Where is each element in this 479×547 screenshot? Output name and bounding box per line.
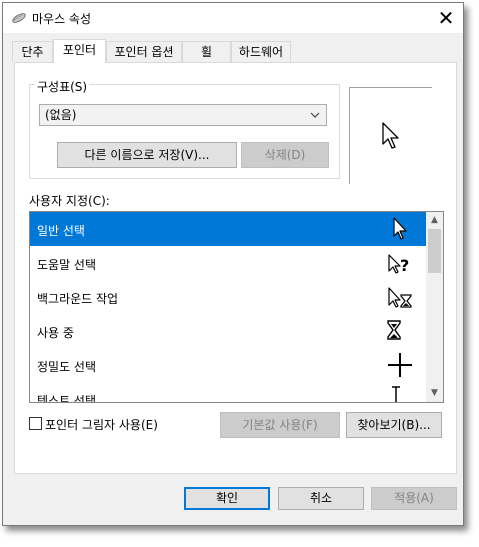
- scrollbar-thumb[interactable]: [428, 229, 441, 273]
- mouse-properties-dialog: 마우스 속성 ✕ 단추 포인터 포인터 옵션 휠 하드웨어 구성표(S) (없음…: [2, 2, 464, 526]
- delete-button[interactable]: 삭제(D): [241, 142, 329, 168]
- list-item[interactable]: 백그라운드 작업: [30, 280, 426, 314]
- mouse-icon: [11, 11, 27, 25]
- pointer-preview: [349, 87, 432, 184]
- hourglass-cursor-icon: [386, 317, 414, 345]
- tab-pointers[interactable]: 포인터: [53, 39, 106, 63]
- pointers-tab-panel: 구성표(S) (없음) 다른 이름으로 저장(V)... 삭제(D) 사용자 지…: [14, 62, 457, 474]
- cancel-button[interactable]: 취소: [278, 487, 364, 510]
- scheme-select[interactable]: (없음): [39, 104, 327, 126]
- window-title: 마우스 속성: [32, 12, 92, 26]
- working-cursor-icon: [386, 283, 414, 311]
- pointer-shadow-label: 포인터 그림자 사용(E): [45, 418, 158, 432]
- svg-text:?: ?: [400, 256, 409, 275]
- scroll-up-icon[interactable]: ▲: [426, 212, 443, 229]
- cursor-list[interactable]: 일반 선택 도움말 선택 ? 백그라운드 작업 사용 중 정밀도 선택 텍스트 …: [29, 211, 444, 403]
- list-item[interactable]: 텍스트 선택: [30, 382, 426, 403]
- ibeam-cursor-icon: [386, 385, 414, 402]
- browse-button[interactable]: 찾아보기(B)...: [346, 412, 442, 438]
- list-item-label: 도움말 선택: [37, 258, 97, 272]
- help-cursor-icon: ?: [386, 249, 414, 277]
- list-item-label: 사용 중: [37, 326, 74, 340]
- list-item-label: 백그라운드 작업: [37, 292, 119, 306]
- list-scrollbar[interactable]: ▲ ▼: [426, 212, 443, 402]
- list-item[interactable]: 도움말 선택 ?: [30, 246, 426, 280]
- use-default-button[interactable]: 기본값 사용(F): [220, 412, 340, 438]
- tab-hardware[interactable]: 하드웨어: [231, 41, 291, 62]
- chevron-down-icon: [310, 105, 320, 133]
- tab-pointer-options[interactable]: 포인터 옵션: [106, 41, 182, 62]
- scheme-selected-value: (없음): [45, 108, 77, 122]
- list-item-label: 일반 선택: [37, 224, 85, 238]
- scheme-label: 구성표(S): [35, 78, 90, 95]
- close-button[interactable]: ✕: [433, 5, 459, 31]
- save-as-button[interactable]: 다른 이름으로 저장(V)...: [57, 142, 237, 168]
- list-item-label: 정밀도 선택: [37, 360, 97, 374]
- crosshair-cursor-icon: [386, 351, 414, 379]
- arrow-cursor-icon: [386, 215, 414, 243]
- title-bar: 마우스 속성 ✕: [3, 3, 463, 33]
- customize-label: 사용자 지정(C):: [29, 194, 110, 208]
- tab-wheel[interactable]: 휠: [182, 41, 231, 62]
- list-item[interactable]: 일반 선택: [30, 212, 426, 246]
- pointer-shadow-checkbox[interactable]: [29, 417, 42, 430]
- apply-button[interactable]: 적용(A): [371, 487, 457, 510]
- scroll-down-icon[interactable]: ▼: [426, 385, 443, 402]
- ok-button[interactable]: 확인: [184, 487, 270, 510]
- list-item-label: 텍스트 선택: [37, 394, 97, 403]
- tab-buttons[interactable]: 단추: [12, 41, 53, 62]
- arrow-cursor-icon: [382, 122, 400, 153]
- list-item[interactable]: 정밀도 선택: [30, 348, 426, 382]
- list-item[interactable]: 사용 중: [30, 314, 426, 348]
